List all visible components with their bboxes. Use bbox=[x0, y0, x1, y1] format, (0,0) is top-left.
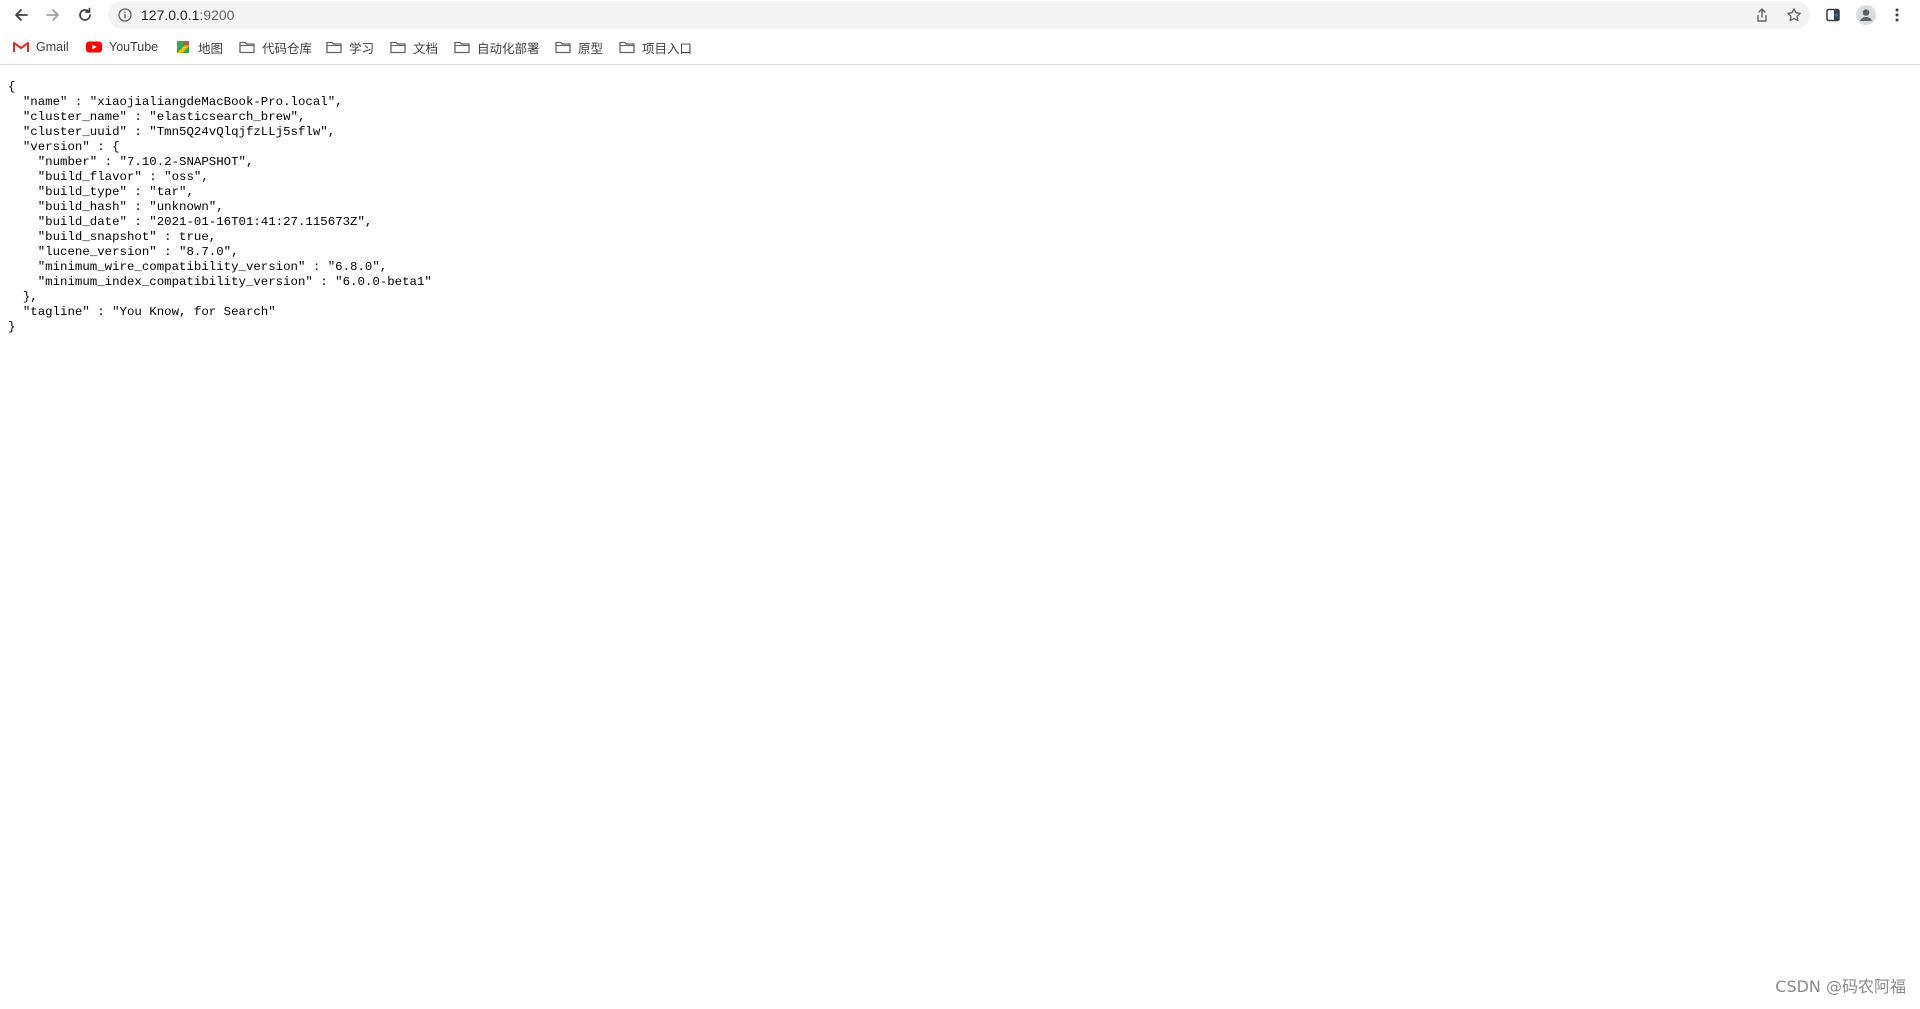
bookmark-label: 自动化部署 bbox=[477, 41, 540, 56]
bookmark-folder-prototype[interactable]: 原型 bbox=[555, 36, 603, 58]
browser-toolbar: 127.0.0.1:9200 bbox=[0, 0, 1920, 31]
bookmark-folder-study[interactable]: 学习 bbox=[326, 36, 374, 58]
folder-icon bbox=[454, 39, 470, 55]
bookmark-label: YouTube bbox=[109, 40, 159, 54]
youtube-icon bbox=[86, 39, 102, 55]
more-vert-icon bbox=[1895, 8, 1899, 22]
json-response-body: { "name" : "xiaojialiangdeMacBook-Pro.lo… bbox=[8, 80, 432, 334]
reload-icon bbox=[79, 7, 91, 21]
bookmark-folder-docs[interactable]: 文档 bbox=[390, 36, 438, 58]
bookmark-label: 学习 bbox=[349, 41, 375, 56]
address-bar[interactable]: 127.0.0.1:9200 bbox=[108, 1, 1810, 29]
bookmark-folder-auto-deploy[interactable]: 自动化部署 bbox=[454, 36, 540, 58]
arrow-left-icon bbox=[15, 9, 28, 21]
profile-button[interactable] bbox=[1855, 4, 1877, 26]
profile-avatar-icon bbox=[1856, 5, 1876, 25]
toolbar-divider bbox=[0, 64, 1920, 65]
bookmark-label: 项目入口 bbox=[642, 41, 693, 56]
bookmark-label: 文档 bbox=[413, 41, 439, 56]
reload-button[interactable] bbox=[72, 3, 98, 27]
menu-button[interactable] bbox=[1886, 4, 1908, 26]
folder-icon bbox=[555, 39, 571, 55]
bookmark-folder-project-entry[interactable]: 项目入口 bbox=[619, 36, 692, 58]
bookmark-label: Gmail bbox=[36, 40, 69, 54]
folder-icon bbox=[390, 39, 406, 55]
watermark: CSDN @码农阿福 bbox=[1775, 977, 1906, 996]
bookmarks-bar: Gmail YouTube 地图 代码仓库 学习 文档 自动化部署 原型 项目入… bbox=[0, 33, 1920, 63]
folder-icon bbox=[326, 39, 342, 55]
folder-icon bbox=[619, 39, 635, 55]
url-port: :9200 bbox=[199, 7, 235, 23]
forward-button[interactable] bbox=[40, 3, 66, 27]
bookmark-folder-code-repo[interactable]: 代码仓库 bbox=[239, 36, 312, 58]
bookmark-maps[interactable]: 地图 bbox=[175, 36, 223, 58]
back-button[interactable] bbox=[8, 3, 34, 27]
folder-icon bbox=[239, 39, 255, 55]
bookmark-label: 地图 bbox=[198, 41, 224, 56]
share-icon[interactable] bbox=[1754, 7, 1770, 23]
bookmark-label: 原型 bbox=[578, 41, 604, 56]
side-panel-icon bbox=[1826, 8, 1840, 22]
side-panel-button[interactable] bbox=[1822, 4, 1844, 26]
url-text: 127.0.0.1:9200 bbox=[141, 7, 234, 23]
maps-icon bbox=[175, 39, 191, 55]
bookmark-label: 代码仓库 bbox=[262, 41, 313, 56]
gmail-icon bbox=[13, 39, 29, 55]
arrow-right-icon bbox=[46, 9, 59, 21]
bookmark-star-icon[interactable] bbox=[1786, 7, 1802, 23]
bookmark-gmail[interactable]: Gmail bbox=[13, 36, 69, 58]
bookmark-youtube[interactable]: YouTube bbox=[86, 36, 158, 58]
site-info-icon[interactable] bbox=[118, 8, 132, 22]
url-host: 127.0.0.1 bbox=[141, 7, 200, 23]
